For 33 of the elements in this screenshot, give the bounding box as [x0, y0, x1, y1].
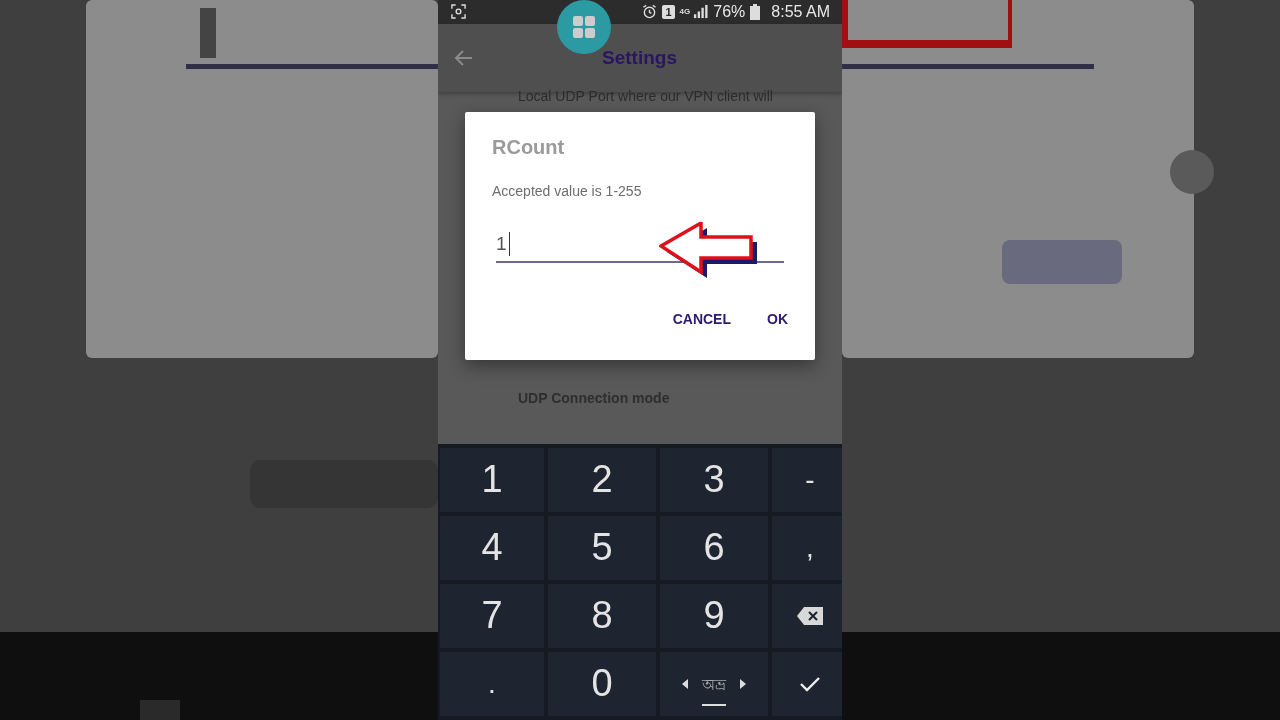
signal-icon	[693, 4, 709, 20]
keyboard-key[interactable]: 0	[548, 652, 656, 716]
keyboard-key[interactable]: 3	[660, 448, 768, 512]
keyboard-key[interactable]: 2	[548, 448, 656, 512]
backspace-icon	[797, 607, 823, 625]
keyboard-key[interactable]: 1	[440, 448, 544, 512]
left-triangle-icon	[682, 679, 688, 689]
dialog-button[interactable]: OK	[755, 307, 800, 331]
backspace-key[interactable]	[772, 584, 842, 648]
battery-percent: 76%	[713, 2, 746, 21]
network-type: 4G	[679, 7, 691, 17]
keyboard-key[interactable]: 4	[440, 516, 544, 580]
grid-icon	[572, 15, 596, 39]
keyboard-key[interactable]: 6	[660, 516, 768, 580]
clock: 8:55 AM	[771, 2, 830, 21]
language-key[interactable]: অভ্র	[660, 652, 768, 716]
keyboard-key[interactable]: 7	[440, 584, 544, 648]
keyboard-key[interactable]: .	[440, 652, 544, 716]
screenshot-icon	[451, 4, 466, 20]
sim-badge: 1	[662, 4, 675, 19]
right-triangle-icon	[740, 679, 746, 689]
dialog-message: Accepted value is 1-255	[492, 183, 643, 199]
keyboard-key[interactable]: 8	[548, 584, 656, 648]
screen-title: Settings	[602, 46, 677, 69]
dialog-button[interactable]: CANCEL	[660, 307, 743, 331]
keyboard-key[interactable]: 9	[660, 584, 768, 648]
alarm-icon	[642, 4, 658, 20]
keyboard-key[interactable]: -	[772, 448, 842, 512]
dialog-title: RCount	[492, 136, 566, 159]
keyboard-key[interactable]: ,	[772, 516, 842, 580]
battery-icon	[750, 3, 761, 20]
checkmark-icon	[800, 676, 820, 692]
keyboard-key[interactable]: 5	[548, 516, 656, 580]
